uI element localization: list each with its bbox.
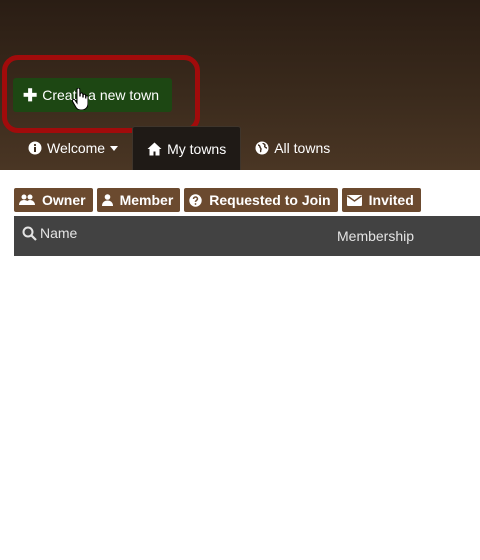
users-icon bbox=[19, 194, 35, 206]
search-icon bbox=[22, 226, 37, 241]
tab-welcome[interactable]: Welcome bbox=[14, 126, 132, 170]
highlight-annotation bbox=[2, 55, 200, 133]
tab-welcome-label: Welcome bbox=[47, 140, 106, 156]
town-tabs: Welcome My towns All towns bbox=[14, 126, 344, 170]
tab-all-towns-label: All towns bbox=[274, 140, 331, 156]
filter-requested-button[interactable]: Requested to Join bbox=[184, 188, 338, 212]
membership-filters: Owner Member Requested to Join Invited bbox=[14, 188, 421, 212]
user-icon bbox=[101, 194, 113, 206]
column-header-membership[interactable]: Membership bbox=[337, 228, 414, 244]
hand-cursor-icon bbox=[72, 88, 88, 110]
filter-invited-label: Invited bbox=[368, 192, 414, 208]
tab-all-towns[interactable]: All towns bbox=[241, 126, 344, 170]
towns-table-header: Name Membership bbox=[14, 216, 480, 256]
envelope-icon bbox=[346, 194, 362, 206]
filter-owner-label: Owner bbox=[42, 192, 86, 208]
filter-requested-label: Requested to Join bbox=[209, 192, 331, 208]
column-header-name[interactable]: Name bbox=[22, 225, 77, 241]
info-circle-icon bbox=[28, 141, 42, 155]
home-icon bbox=[147, 142, 162, 156]
filter-owner-button[interactable]: Owner bbox=[14, 188, 93, 212]
globe-icon bbox=[255, 141, 269, 155]
question-circle-icon bbox=[189, 193, 202, 207]
caret-down-icon bbox=[110, 145, 119, 151]
page-header: ✚ Create a new town Welcome My towns All… bbox=[0, 0, 480, 170]
tab-my-towns-label: My towns bbox=[167, 140, 227, 157]
column-header-name-label: Name bbox=[40, 225, 78, 241]
filter-member-button[interactable]: Member bbox=[96, 188, 181, 212]
filter-member-label: Member bbox=[119, 192, 174, 208]
filter-invited-button[interactable]: Invited bbox=[341, 188, 421, 212]
tab-my-towns[interactable]: My towns bbox=[132, 126, 242, 170]
